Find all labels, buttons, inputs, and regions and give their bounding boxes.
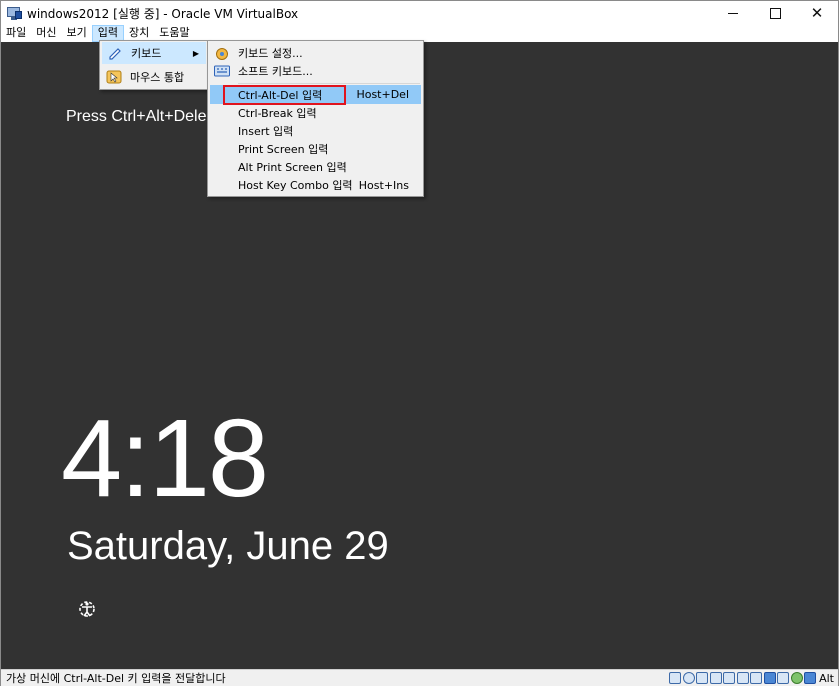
annotation-highlight-box <box>223 85 346 105</box>
input-menu: 키보드 ▶ 마우스 통합 <box>99 40 209 90</box>
menu-item-host-key-combo[interactable]: Host Key Combo 입력 Host+Ins <box>210 176 421 194</box>
network-icon[interactable] <box>709 672 722 684</box>
keyboard-capture-icon[interactable] <box>804 672 817 684</box>
menu-file[interactable]: 파일 <box>1 25 31 42</box>
menu-item-host-key-combo-label: Host Key Combo 입력 <box>238 179 353 192</box>
cpu-icon[interactable] <box>777 672 790 684</box>
menu-item-host-key-combo-shortcut: Host+Ins <box>358 178 409 192</box>
virtualbox-window: windows2012 [실행 중] - Oracle VM VirtualBo… <box>0 0 839 686</box>
window-title: windows2012 [실행 중] - Oracle VM VirtualBo… <box>27 6 299 21</box>
menu-machine[interactable]: 머신 <box>31 25 61 42</box>
lock-screen-time: 4:18 <box>61 397 269 520</box>
audio-icon[interactable] <box>696 672 709 684</box>
virtualbox-app-icon <box>7 5 23 21</box>
submenu-arrow-icon: ▶ <box>192 48 199 58</box>
menu-separator <box>238 83 420 84</box>
lock-screen-prompt: Press Ctrl+Alt+Dele <box>66 108 207 125</box>
mouse-integration-icon <box>106 69 122 85</box>
mouse-icon[interactable] <box>790 672 803 684</box>
usb-icon[interactable] <box>723 672 736 684</box>
menu-item-ctrl-break-label: Ctrl-Break 입력 <box>238 107 317 120</box>
shared-folder-icon[interactable] <box>736 672 749 684</box>
menu-item-alt-print-screen[interactable]: Alt Print Screen 입력 <box>210 158 421 176</box>
menu-item-print-screen-label: Print Screen 입력 <box>238 143 329 156</box>
window-controls: ✕ <box>712 1 838 25</box>
host-key-label: Alt <box>819 671 834 685</box>
menu-item-ctrl-alt-del-shortcut: Host+Del <box>356 88 409 101</box>
menu-item-keyboard[interactable]: 키보드 ▶ <box>102 42 206 64</box>
menu-item-insert[interactable]: Insert 입력 <box>210 122 421 140</box>
menu-view[interactable]: 보기 <box>62 25 92 42</box>
recording-icon[interactable] <box>763 672 776 684</box>
status-indicators: Alt <box>668 672 834 685</box>
hard-disk-icon[interactable] <box>669 672 682 684</box>
menu-item-keyboard-settings-label: 키보드 설정... <box>238 47 303 60</box>
menu-item-soft-keyboard[interactable]: 소프트 키보드... <box>210 60 421 82</box>
maximize-button[interactable] <box>754 1 796 25</box>
lock-screen-date: Saturday, June 29 <box>67 524 389 568</box>
keyboard-submenu: 키보드 설정... 소프트 키보드... Ctrl-Alt-Del 입력 Hos… <box>207 40 424 197</box>
menu-item-mouse-integration-label: 마우스 통합 <box>130 71 185 84</box>
menu-item-print-screen[interactable]: Print Screen 입력 <box>210 140 421 158</box>
keyboard-settings-icon <box>214 45 230 61</box>
menu-item-ctrl-break[interactable]: Ctrl-Break 입력 <box>210 104 421 122</box>
optical-drive-icon[interactable] <box>682 672 695 684</box>
keyboard-pencil-icon <box>107 45 123 61</box>
menu-item-alt-print-screen-label: Alt Print Screen 입력 <box>238 161 347 174</box>
menu-item-mouse-integration[interactable]: 마우스 통합 <box>102 66 206 88</box>
menu-item-soft-keyboard-label: 소프트 키보드... <box>238 65 313 78</box>
status-message: 가상 머신에 Ctrl-Alt-Del 키 입력을 전달합니다 <box>6 672 226 685</box>
menu-item-keyboard-label: 키보드 <box>131 47 162 60</box>
close-button[interactable]: ✕ <box>796 1 838 25</box>
display-icon[interactable] <box>750 672 763 684</box>
minimize-button[interactable] <box>712 1 754 25</box>
status-bar: 가상 머신에 Ctrl-Alt-Del 키 입력을 전달합니다 Alt <box>1 669 838 686</box>
ease-of-access-icon[interactable] <box>76 598 98 620</box>
menu-item-insert-label: Insert 입력 <box>238 125 294 138</box>
soft-keyboard-icon <box>214 63 230 79</box>
title-bar[interactable]: windows2012 [실행 중] - Oracle VM VirtualBo… <box>1 1 838 25</box>
